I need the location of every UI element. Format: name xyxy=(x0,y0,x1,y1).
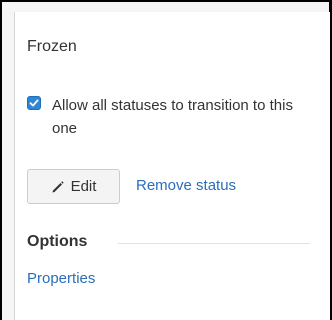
checkmark-icon xyxy=(29,99,39,107)
edit-button[interactable]: Edit xyxy=(27,169,120,204)
status-name: Frozen xyxy=(27,38,77,55)
remove-status-link[interactable]: Remove status xyxy=(136,177,236,194)
allow-all-transitions-label[interactable]: Allow all statuses to transition to this… xyxy=(52,94,322,140)
pencil-icon xyxy=(52,180,64,192)
properties-link[interactable]: Properties xyxy=(27,270,95,287)
options-heading: Options xyxy=(27,233,88,250)
allow-all-transitions-checkbox[interactable] xyxy=(27,96,41,110)
options-divider xyxy=(118,243,310,244)
edit-button-label: Edit xyxy=(70,178,97,195)
